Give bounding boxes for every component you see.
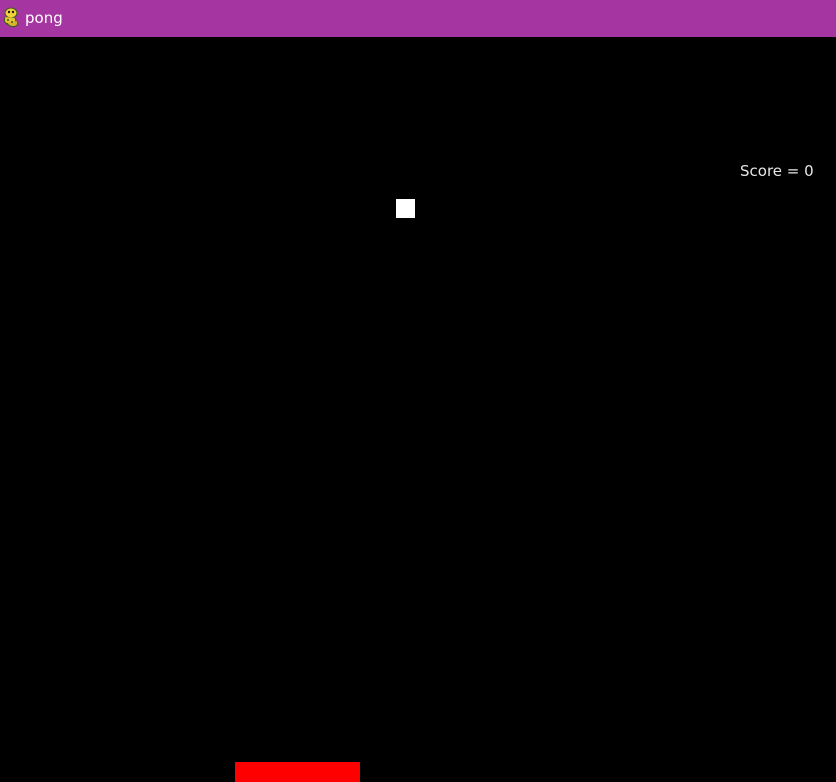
window-title: pong [25, 9, 63, 27]
pygame-snake-icon [1, 7, 21, 29]
ball [396, 199, 415, 218]
title-bar[interactable]: pong [0, 0, 836, 37]
pong-window: pong Score = 0 [0, 0, 836, 782]
paddle[interactable] [235, 762, 360, 782]
game-canvas[interactable]: Score = 0 [0, 37, 836, 782]
score-display: Score = 0 [740, 162, 814, 180]
